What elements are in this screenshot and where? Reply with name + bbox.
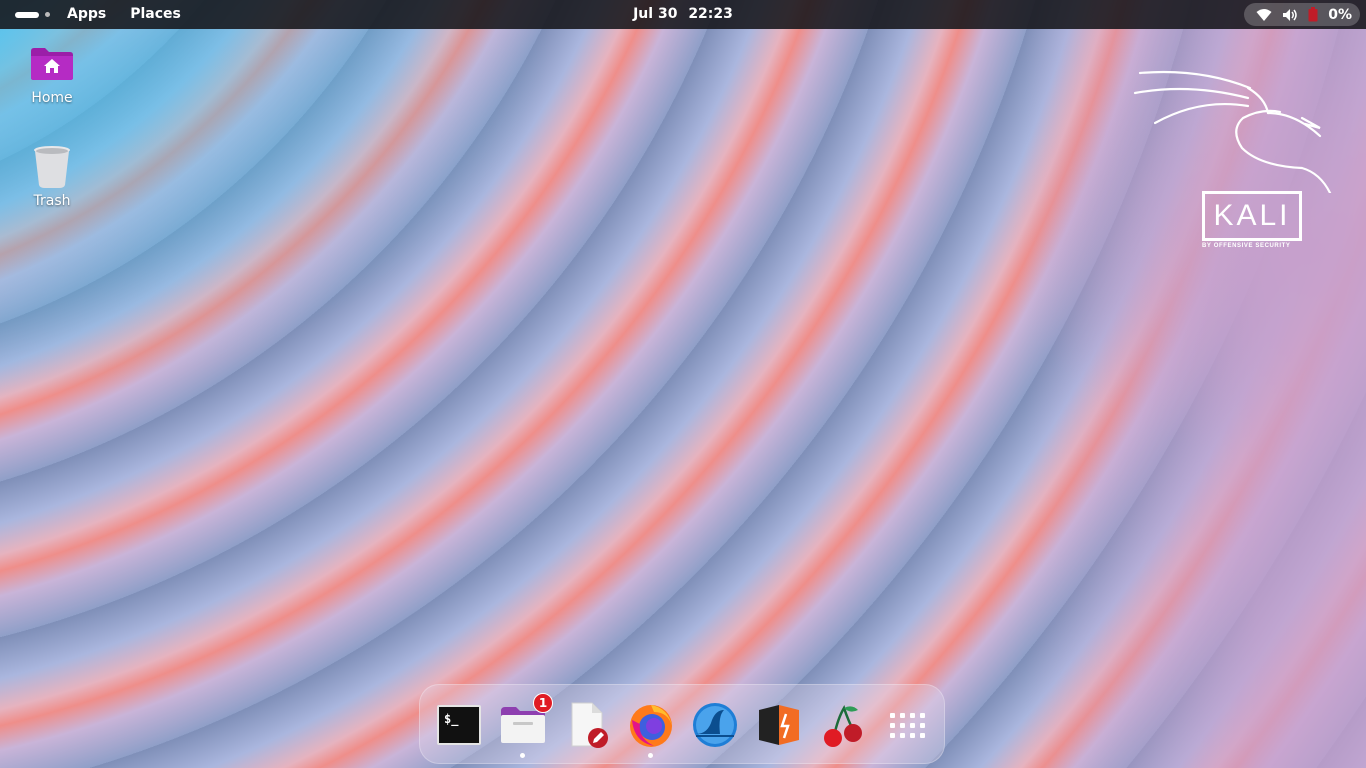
- dock-terminal[interactable]: $_: [435, 701, 483, 749]
- kali-tagline: BY OFFENSIVE SECURITY: [1202, 243, 1291, 249]
- clock-time: 22:23: [688, 6, 733, 22]
- dock-cherrytree[interactable]: [819, 701, 867, 749]
- running-indicator: [520, 753, 525, 758]
- dock: $_ 1: [419, 684, 945, 764]
- top-bar: Apps Places Jul 30 22:23 0%: [0, 0, 1366, 29]
- dock-firefox[interactable]: [627, 701, 675, 758]
- burpsuite-icon: [759, 705, 799, 745]
- desktop-icon-home[interactable]: Home: [12, 40, 92, 106]
- system-menu[interactable]: 0%: [1244, 3, 1360, 26]
- clock-date: Jul 30: [633, 6, 678, 22]
- running-indicator: [648, 753, 653, 758]
- kali-wordmark: KALI: [1202, 191, 1302, 241]
- dock-show-apps[interactable]: [883, 701, 931, 749]
- dock-wireshark[interactable]: [691, 701, 739, 749]
- kali-logo: KALI BY OFFENSIVE SECURITY: [1130, 68, 1345, 258]
- clock[interactable]: Jul 30 22:23: [630, 0, 736, 29]
- battery-icon: [1308, 7, 1318, 22]
- dock-text-editor[interactable]: [563, 701, 611, 749]
- places-menu[interactable]: Places: [118, 0, 193, 29]
- desktop-icon-trash[interactable]: Trash: [12, 143, 92, 209]
- firefox-icon: [630, 705, 672, 747]
- desktop-icon-label: Home: [31, 90, 73, 106]
- dock-files[interactable]: 1: [499, 693, 553, 758]
- dock-burpsuite[interactable]: [755, 701, 803, 749]
- terminal-icon: $_: [437, 705, 481, 745]
- trash-icon: [28, 143, 76, 191]
- activities-indicator[interactable]: [15, 5, 55, 25]
- battery-percent: 0%: [1328, 6, 1352, 23]
- apps-menu[interactable]: Apps: [55, 0, 118, 29]
- home-folder-icon: [28, 40, 76, 88]
- kali-dragon-icon: [1133, 70, 1340, 220]
- workspace-dot: [45, 12, 50, 17]
- cherrytree-icon: [824, 705, 862, 747]
- notification-badge: 1: [533, 693, 553, 713]
- wireshark-icon: [693, 703, 737, 747]
- volume-icon: [1282, 8, 1298, 22]
- app-grid-icon: [889, 712, 925, 738]
- workspace-active-pill: [15, 11, 39, 18]
- desktop-icon-label: Trash: [33, 193, 71, 209]
- text-editor-icon: [571, 702, 608, 748]
- wifi-icon: [1256, 8, 1272, 22]
